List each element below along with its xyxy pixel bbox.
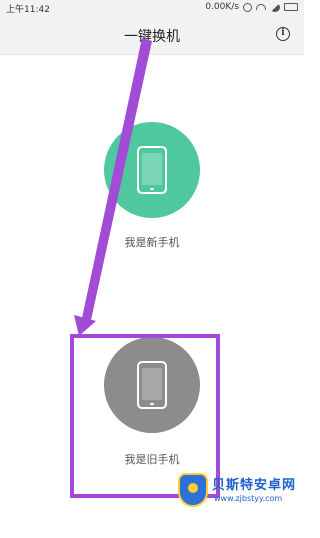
watermark-title: 贝斯特安卓网 (212, 478, 297, 493)
watermark-url: www.zjbstyy.com (214, 494, 283, 503)
watermark-logo-icon (178, 473, 208, 507)
new-phone-label: 我是新手机 (124, 236, 180, 249)
status-right: 0.00K/s (205, 2, 298, 12)
old-phone-label: 我是旧手机 (124, 453, 180, 466)
wifi-icon (256, 4, 266, 10)
watermark: 贝斯特安卓网 www.zjbstyy.com (178, 473, 302, 513)
new-phone-option[interactable]: ✦ 我是新手机 (0, 122, 304, 262)
old-phone-button[interactable] (104, 337, 200, 433)
new-phone-button[interactable] (104, 122, 200, 218)
status-bar: 上午11:42 0.00K/s (0, 0, 304, 16)
info-icon[interactable]: i (276, 27, 290, 41)
phone-icon (137, 146, 167, 194)
alarm-icon (243, 2, 252, 12)
sparkle-icon: ✦ (167, 144, 179, 160)
status-time: 上午11:42 (6, 5, 50, 15)
old-phone-option[interactable]: 我是旧手机 (0, 337, 304, 477)
header: 一键换机 i (0, 16, 304, 55)
signal-icon (270, 2, 280, 12)
page-title: 一键换机 (124, 29, 180, 45)
annotation-arrowhead (74, 315, 96, 336)
network-speed: 0.00K/s (205, 2, 239, 12)
battery-icon (284, 3, 298, 11)
phone-icon (137, 361, 167, 409)
